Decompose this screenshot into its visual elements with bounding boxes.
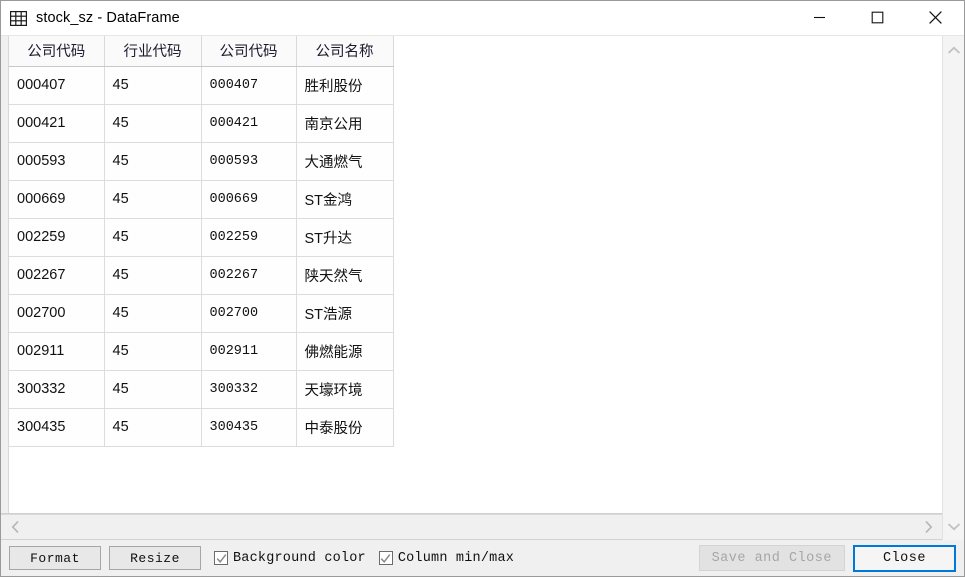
scroll-down-button[interactable] [943,517,965,535]
cell-company-name[interactable]: ST浩源 [296,294,394,333]
cell-industry-code[interactable]: 45 [104,218,202,257]
cell-industry-code[interactable]: 45 [104,104,202,143]
chevron-up-icon [947,46,960,54]
checkbox-box [214,551,228,565]
cell-company-code[interactable]: 002267 [201,256,297,295]
table-row[interactable]: 002700 45 002700 ST浩源 [9,294,394,333]
dataframe-table: 公司代码 行业代码 公司代码 公司名称 000407 45 000407 胜利股份 00… [9,36,394,447]
minimize-icon [813,16,825,19]
cell-company-code[interactable]: 000593 [201,142,297,181]
column-header-index[interactable]: 公司代码 [9,36,105,67]
window-title: stock_sz - DataFrame [36,10,180,26]
checkmark-icon [216,553,226,563]
close-window-button[interactable] [906,1,964,35]
table-body: 000407 45 000407 胜利股份 000421 45 000421 南京公用 0005… [9,66,394,447]
horizontal-scrollbar[interactable] [1,514,942,540]
cell-company-name[interactable]: ST升达 [296,218,394,257]
cell-company-code[interactable]: 002259 [201,218,297,257]
cell-company-name[interactable]: ST金鸿 [296,180,394,219]
cell-industry-code[interactable]: 45 [104,332,202,371]
minimize-button[interactable] [790,1,848,35]
cell-industry-code[interactable]: 45 [104,256,202,295]
table-row[interactable]: 300332 45 300332 天壕环境 [9,370,394,409]
column-header-industry-code[interactable]: 行业代码 [104,36,202,67]
chevron-down-icon [947,522,960,530]
table-container: 公司代码 行业代码 公司代码 公司名称 000407 45 000407 胜利股份 00… [9,36,942,513]
cell-index[interactable]: 300332 [9,370,105,409]
cell-index[interactable]: 002700 [9,294,105,333]
bottom-toolbar: Format Resize Background color Column mi… [1,540,964,576]
cell-company-name[interactable]: 佛燃能源 [296,332,394,371]
cell-index[interactable]: 002267 [9,256,105,295]
close-icon [928,11,942,24]
cell-company-name[interactable]: 中泰股份 [296,408,394,447]
checkmark-icon [380,553,391,563]
grid-scroll-viewport: 公司代码 行业代码 公司代码 公司名称 000407 45 000407 胜利股份 00… [1,36,942,514]
cell-company-code[interactable]: 000421 [201,104,297,143]
maximize-button[interactable] [848,1,906,35]
table-row[interactable]: 000421 45 000421 南京公用 [9,104,394,143]
cell-industry-code[interactable]: 45 [104,142,202,181]
cell-company-code[interactable]: 000669 [201,180,297,219]
background-color-checkbox[interactable]: Background color [214,551,366,566]
title-bar: stock_sz - DataFrame [1,1,964,36]
scroll-left-button[interactable] [8,517,22,537]
table-row[interactable]: 000407 45 000407 胜利股份 [9,66,394,105]
cell-industry-code[interactable]: 45 [104,408,202,447]
table-grid-icon [10,10,27,26]
cell-index[interactable]: 000669 [9,180,105,219]
format-button[interactable]: Format [9,546,101,570]
close-button[interactable]: Close [852,544,956,572]
cell-index[interactable]: 002259 [9,218,105,257]
chevron-right-icon [924,520,932,534]
row-header-gutter [1,36,9,513]
table-row[interactable]: 002911 45 002911 佛燃能源 [9,332,394,371]
column-minmax-label: Column min/max [397,550,515,566]
window-controls [790,1,964,36]
cell-company-name[interactable]: 南京公用 [296,104,394,143]
cell-index[interactable]: 000593 [9,142,105,181]
table-row[interactable]: 002267 45 002267 陕天然气 [9,256,394,295]
window-body: 公司代码 行业代码 公司代码 公司名称 000407 45 000407 胜利股份 00… [1,36,964,540]
chevron-left-icon [11,520,19,534]
table-row[interactable]: 300435 45 300435 中泰股份 [9,408,394,447]
table-header: 公司代码 行业代码 公司代码 公司名称 [9,36,394,67]
title-bar-left: stock_sz - DataFrame [1,10,790,26]
cell-company-name[interactable]: 天壕环境 [296,370,394,409]
scroll-right-button[interactable] [921,517,935,537]
scroll-up-button[interactable] [943,41,965,59]
cell-industry-code[interactable]: 45 [104,180,202,219]
grid-region: 公司代码 行业代码 公司代码 公司名称 000407 45 000407 胜利股份 00… [1,36,942,540]
table-header-row: 公司代码 行业代码 公司代码 公司名称 [9,36,394,67]
column-header-company-code[interactable]: 公司代码 [201,36,297,67]
cell-index[interactable]: 300435 [9,408,105,447]
resize-button[interactable]: Resize [109,546,201,570]
checkbox-box [378,551,393,565]
cell-company-code[interactable]: 002911 [201,332,297,371]
column-minmax-checkbox[interactable]: Column min/max [378,550,515,566]
cell-company-code[interactable]: 002700 [201,294,297,333]
cell-company-name[interactable]: 胜利股份 [296,66,394,105]
table-row[interactable]: 000593 45 000593 大通燃气 [9,142,394,181]
save-and-close-button[interactable]: Save and Close [698,545,845,571]
cell-company-code[interactable]: 300435 [201,408,297,447]
cell-company-code[interactable]: 000407 [201,66,297,105]
table-row[interactable]: 002259 45 002259 ST升达 [9,218,394,257]
cell-company-name[interactable]: 陕天然气 [296,256,394,295]
cell-index[interactable]: 002911 [9,332,105,371]
background-color-label: Background color [233,550,366,566]
cell-index[interactable]: 000421 [9,104,105,143]
cell-company-name[interactable]: 大通燃气 [296,142,394,181]
cell-index[interactable]: 000407 [9,66,105,105]
cell-industry-code[interactable]: 45 [104,370,202,409]
cell-company-code[interactable]: 300332 [201,370,297,409]
dataframe-viewer-window: stock_sz - DataFrame 公司代码 行业代码 公司代码 公司名称… [0,0,965,577]
cell-industry-code[interactable]: 45 [104,66,202,105]
maximize-icon [871,11,883,24]
table-row[interactable]: 000669 45 000669 ST金鸿 [9,180,394,219]
cell-industry-code[interactable]: 45 [104,294,202,333]
column-header-company-name[interactable]: 公司名称 [296,36,394,67]
vertical-scrollbar[interactable] [942,36,964,540]
